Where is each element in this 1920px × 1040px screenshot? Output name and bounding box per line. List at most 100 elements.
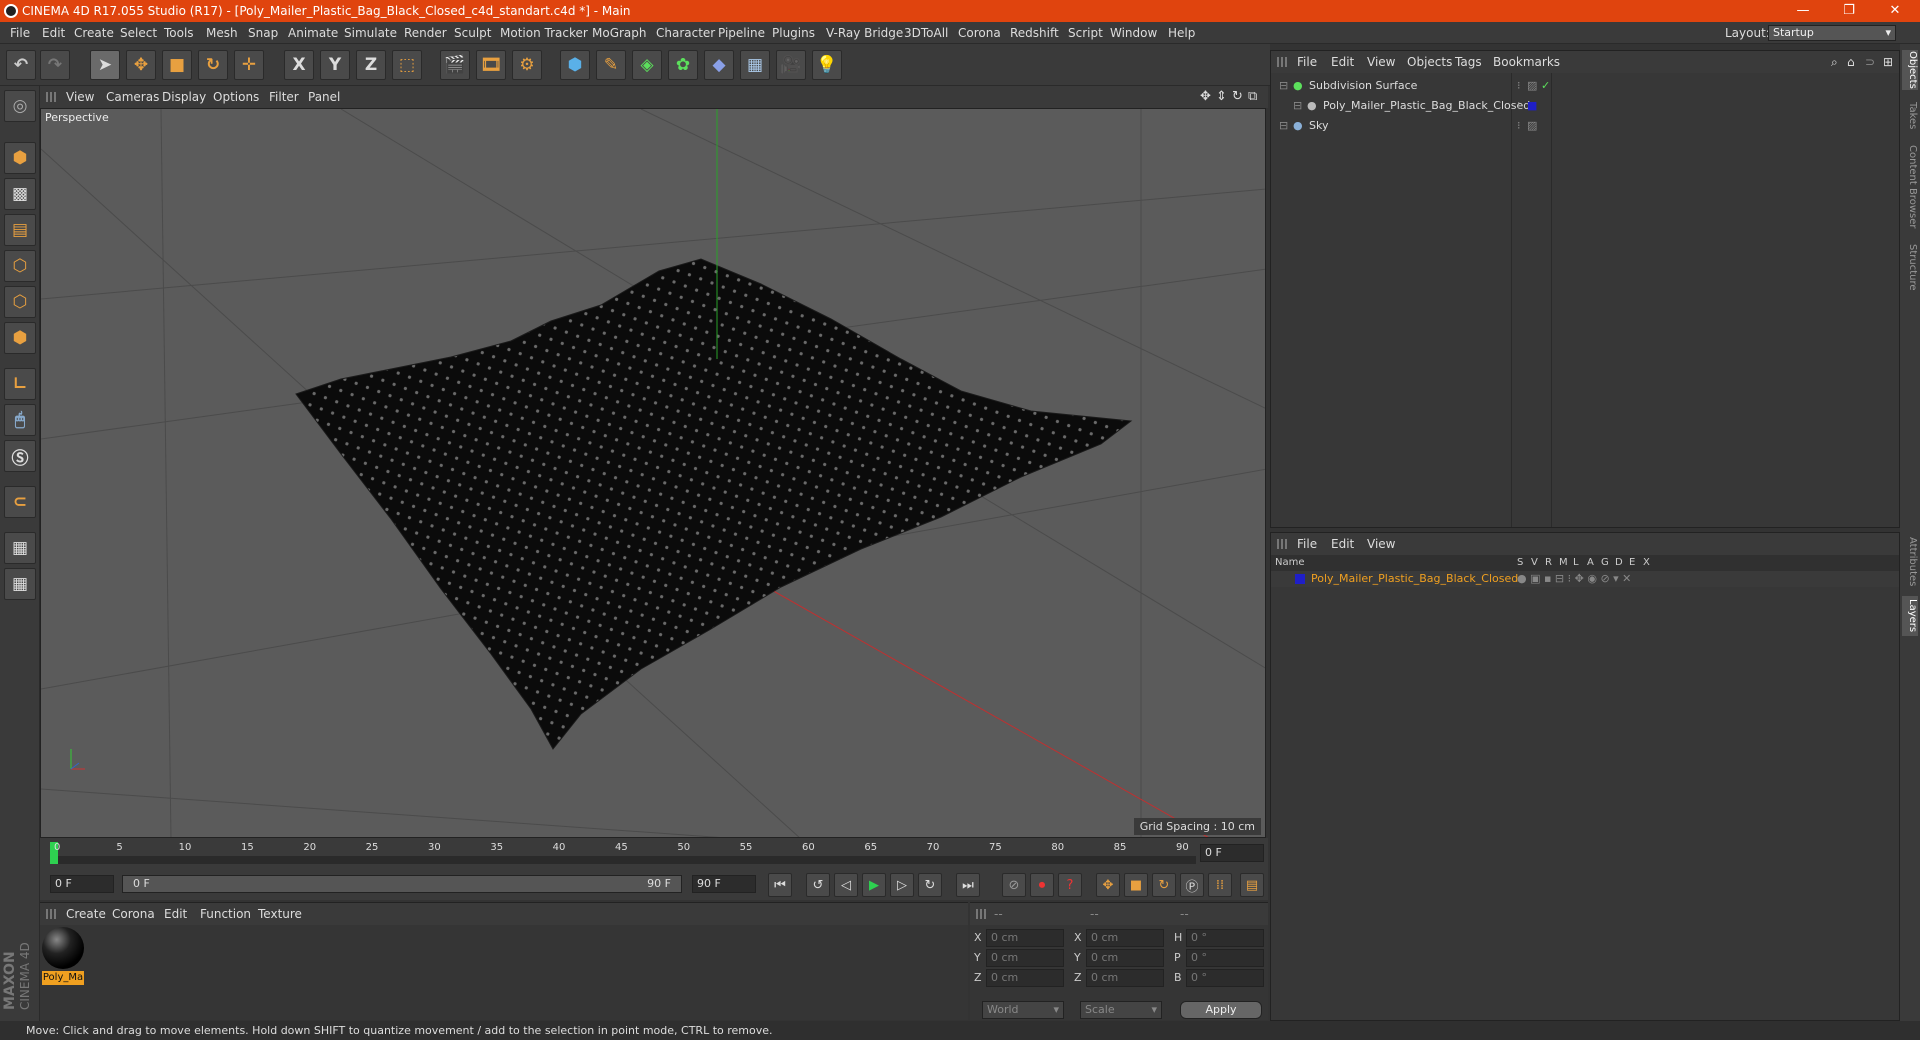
deformer-button[interactable]: ◆ [704, 50, 734, 80]
expand-icon[interactable]: ⊟ [1279, 77, 1288, 95]
floor-button[interactable]: ▦ [740, 50, 770, 80]
autokey-button[interactable]: ? [1058, 873, 1082, 897]
move-tool-button[interactable]: ✥ [126, 50, 156, 80]
current-frame-field[interactable]: 0 F [1200, 844, 1264, 862]
enabled-check-icon[interactable]: ✓ [1541, 77, 1550, 95]
close-button[interactable]: ✕ [1872, 0, 1918, 22]
solo-button[interactable]: Ⓢ [4, 440, 36, 472]
coord-size-field[interactable]: 0 cm [1086, 929, 1164, 947]
menu-redshift[interactable]: Redshift [1010, 22, 1059, 44]
range-slider[interactable]: 0 F 90 F [122, 875, 682, 893]
edges-mode-button[interactable]: ⬡ [4, 286, 36, 318]
vp-menu-panel[interactable]: Panel [308, 86, 340, 108]
make-editable-button[interactable]: ◎ [4, 90, 36, 122]
minimize-button[interactable]: — [1780, 0, 1826, 22]
obj-menu-file[interactable]: File [1297, 51, 1317, 73]
end-frame-field[interactable]: 90 F [692, 875, 756, 893]
motion-path-button[interactable]: ⊘ [1002, 873, 1026, 897]
menu-help[interactable]: Help [1168, 22, 1195, 44]
menu-select[interactable]: Select [120, 22, 157, 44]
coord-position-field[interactable]: 0 cm [986, 929, 1064, 947]
maximize-view-icon[interactable]: ⧉ [1248, 86, 1257, 108]
tab-structure[interactable]: Structure [1902, 242, 1918, 292]
menu-vray-bridge[interactable]: V-Ray Bridge [826, 22, 903, 44]
obj-menu-view[interactable]: View [1367, 51, 1395, 73]
menu-character[interactable]: Character [656, 22, 715, 44]
redo-button[interactable]: ↷ [40, 50, 70, 80]
object-tag-icon[interactable]: ▨ [1527, 117, 1537, 135]
workplane-lock-button[interactable]: ▦ [4, 532, 36, 564]
vp-menu-display[interactable]: Display [162, 86, 206, 108]
menu-mograph[interactable]: MoGraph [592, 22, 647, 44]
visibility-toggle-icon[interactable]: ⁝ [1517, 97, 1521, 115]
scale-tool-button[interactable]: ■ [162, 50, 192, 80]
object-name[interactable]: Poly_Mailer_Plastic_Bag_Black_Closed [1323, 97, 1530, 115]
layer-menu-file[interactable]: File [1297, 533, 1317, 555]
layer-color-swatch[interactable] [1295, 574, 1305, 584]
material-preview-sphere[interactable] [42, 927, 84, 969]
restore-button[interactable]: ❐ [1826, 0, 1872, 22]
menu-script[interactable]: Script [1068, 22, 1103, 44]
object-name[interactable]: Sky [1309, 117, 1328, 135]
menu-animate[interactable]: Animate [288, 22, 338, 44]
vp-menu-options[interactable]: Options [213, 86, 259, 108]
obj-menu-tags[interactable]: Tags [1455, 51, 1482, 73]
coord-size-field[interactable]: 0 cm [1086, 949, 1164, 967]
object-row[interactable]: ⊟ ● Subdivision Surface ⁝ ▨ ✓ [1275, 77, 1895, 95]
material-name-label[interactable]: Poly_Ma [42, 971, 84, 985]
layer-name[interactable]: Poly_Mailer_Plastic_Bag_Black_Closed [1311, 571, 1518, 587]
search-icon[interactable]: ⌕ [1831, 51, 1838, 73]
obj-menu-objects[interactable]: Objects [1407, 51, 1452, 73]
vp-menu-filter[interactable]: Filter [269, 86, 299, 108]
polygons-mode-button[interactable]: ⬢ [4, 322, 36, 354]
snap-button[interactable]: ⊂ [4, 486, 36, 518]
layer-menu-view[interactable]: View [1367, 533, 1395, 555]
key-param-button[interactable]: Ⓟ [1180, 873, 1204, 897]
tab-content-browser[interactable]: Content Browser [1902, 142, 1918, 232]
tab-objects[interactable]: Objects [1902, 50, 1918, 90]
coord-position-field[interactable]: 0 cm [986, 949, 1064, 967]
visibility-toggle-icon[interactable]: ⁝ [1517, 117, 1521, 135]
workplane-mode-button[interactable]: ▤ [4, 214, 36, 246]
object-name[interactable]: Subdivision Surface [1309, 77, 1417, 95]
goto-start-button[interactable]: ⏮ [768, 873, 792, 897]
visibility-toggle-icon[interactable]: ⁝ [1517, 77, 1521, 95]
tab-layers[interactable]: Layers [1902, 596, 1918, 636]
coord-size-field[interactable]: 0 cm [1086, 969, 1164, 987]
coord-mode-select[interactable]: Scale ▾ [1080, 1001, 1162, 1019]
mat-menu-corona[interactable]: Corona [112, 903, 155, 925]
x-axis-lock-button[interactable]: X [284, 50, 314, 80]
render-view-button[interactable]: 🎬 [440, 50, 470, 80]
live-selection-button[interactable]: ✛ [234, 50, 264, 80]
key-rotation-button[interactable]: ↻ [1152, 873, 1176, 897]
menu-edit[interactable]: Edit [42, 22, 65, 44]
tweak-mode-button[interactable]: 🖱 [4, 404, 36, 436]
next-key-button[interactable]: ↻ [918, 873, 942, 897]
spline-pen-button[interactable]: ✎ [596, 50, 626, 80]
start-frame-field[interactable]: 0 F [50, 875, 114, 893]
timeline-window-button[interactable]: ▤ [1240, 873, 1264, 897]
undo-button[interactable]: ↶ [6, 50, 36, 80]
obj-menu-edit[interactable]: Edit [1331, 51, 1354, 73]
prev-key-button[interactable]: ↺ [806, 873, 830, 897]
goto-end-button[interactable]: ⏭ [956, 873, 980, 897]
dolly-view-icon[interactable]: ⇕ [1216, 86, 1227, 108]
points-mode-button[interactable]: ⬡ [4, 250, 36, 282]
timeline-ruler[interactable]: 0 5 10 15 20 25 30 35 40 45 50 55 60 65 70 75 80 85 90 0 F [40, 838, 1268, 868]
key-pla-button[interactable]: ⁞⁞ [1208, 873, 1232, 897]
light-button[interactable]: 💡 [812, 50, 842, 80]
menu-file[interactable]: File [10, 22, 30, 44]
menu-pipeline[interactable]: Pipeline [718, 22, 765, 44]
menu-snap[interactable]: Snap [248, 22, 278, 44]
mat-menu-texture[interactable]: Texture [258, 903, 302, 925]
object-tag-icon[interactable]: ▨ [1527, 77, 1537, 95]
tab-attributes[interactable]: Attributes [1902, 534, 1918, 590]
next-frame-button[interactable]: ▷ [890, 873, 914, 897]
cube-object-button[interactable]: ⬢ [560, 50, 590, 80]
perspective-viewport[interactable]: Perspective Grid Spacing : 10 cm [40, 108, 1266, 838]
axis-mode-button[interactable]: ∟ [4, 368, 36, 400]
object-tag-icon[interactable]: ■ [1527, 97, 1537, 115]
expand-icon[interactable]: ⊟ [1293, 97, 1302, 115]
mat-menu-create[interactable]: Create [66, 903, 106, 925]
menu-motion-tracker[interactable]: Motion Tracker [500, 22, 588, 44]
